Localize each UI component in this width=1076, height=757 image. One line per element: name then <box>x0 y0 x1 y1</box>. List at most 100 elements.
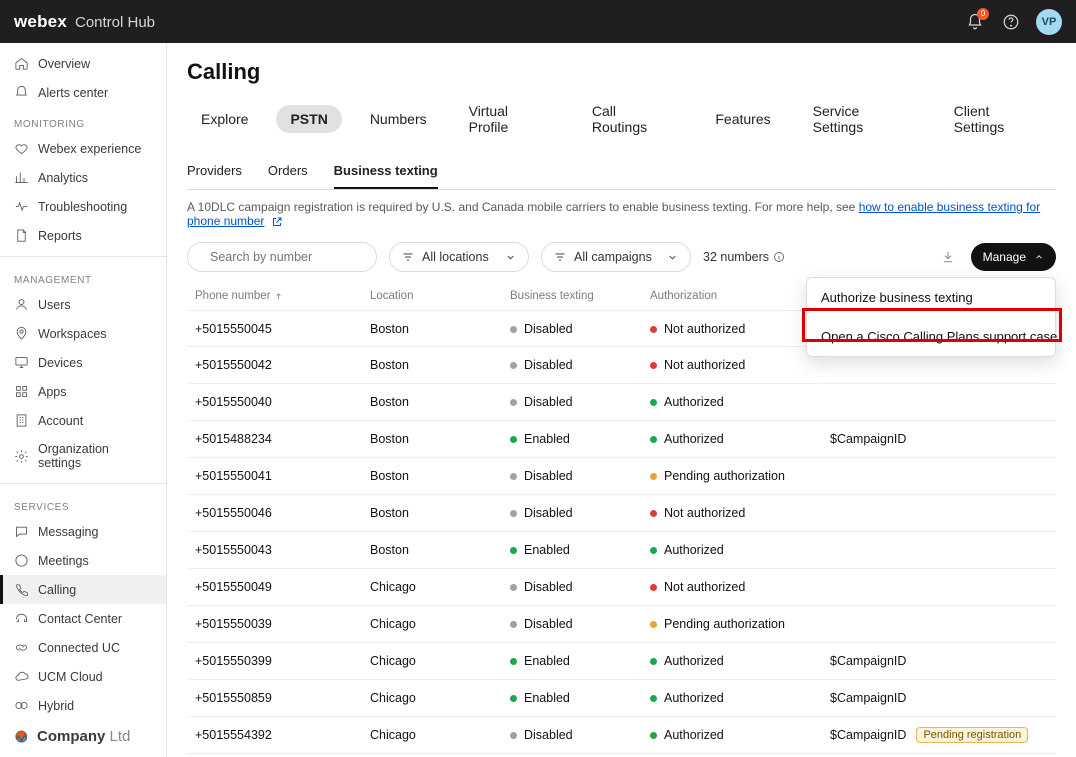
col-texting[interactable]: Business texting <box>510 290 650 302</box>
sidebar-item-meetings[interactable]: Meetings <box>0 546 166 575</box>
sidebar: Overview Alerts center Monitoring Webex … <box>0 43 167 757</box>
table-row[interactable]: +5015550043BostonEnabledAuthorized <box>187 532 1056 569</box>
sidebar-item-troubleshooting[interactable]: Troubleshooting <box>0 192 166 221</box>
status-dot-icon <box>650 695 657 702</box>
status-dot-icon <box>650 547 657 554</box>
col-phone[interactable]: Phone number <box>195 290 370 302</box>
table-row[interactable]: +5015550040BostonDisabledAuthorized <box>187 384 1056 421</box>
tab-client-settings[interactable]: Client Settings <box>940 97 1056 141</box>
cell-location: Chicago <box>370 654 510 668</box>
table-row[interactable]: +5015550039ChicagoDisabledPending author… <box>187 606 1056 643</box>
status-dot-icon <box>510 621 517 628</box>
home-icon <box>14 56 29 71</box>
cell-auth: Not authorized <box>650 358 830 372</box>
sub-tabs: Providers Orders Business texting <box>187 163 1056 190</box>
sidebar-item-calling[interactable]: Calling <box>0 575 166 604</box>
sidebar-item-label: Analytics <box>38 171 88 185</box>
cell-phone: +5015550040 <box>195 395 370 409</box>
cell-phone: +5015550039 <box>195 617 370 631</box>
cell-auth: Authorized <box>650 432 830 446</box>
subtab-providers[interactable]: Providers <box>187 163 242 189</box>
filter-locations[interactable]: All locations <box>389 242 529 272</box>
sidebar-section-management: Management <box>0 263 166 290</box>
sidebar-item-label: UCM Cloud <box>38 670 103 684</box>
notifications-icon[interactable]: 0 <box>964 11 986 33</box>
status-dot-icon <box>510 584 517 591</box>
dropdown-authorize[interactable]: Authorize business texting <box>807 278 1055 317</box>
table-row[interactable]: +5015550041BostonDisabledPending authori… <box>187 458 1056 495</box>
table-row[interactable]: +5015488234BostonEnabledAuthorized$Campa… <box>187 421 1056 458</box>
help-icon[interactable] <box>1000 11 1022 33</box>
table-row[interactable]: +5015550049ChicagoDisabledNot authorized <box>187 569 1056 606</box>
table-row[interactable]: +5015550859ChicagoEnabledAuthorized$Camp… <box>187 680 1056 717</box>
dropdown-open-case[interactable]: Open a Cisco Calling Plans support case <box>807 317 1055 356</box>
hybrid-icon <box>14 698 29 713</box>
sidebar-item-organization-settings[interactable]: Organization settings <box>0 435 166 477</box>
bell-icon <box>14 85 29 100</box>
sidebar-item-account[interactable]: Account <box>0 406 166 435</box>
tab-call-routings[interactable]: Call Routings <box>578 97 688 141</box>
file-icon <box>14 228 29 243</box>
cell-phone: +5015550859 <box>195 691 370 705</box>
cell-location: Chicago <box>370 580 510 594</box>
sidebar-item-label: Connected UC <box>38 641 120 655</box>
cell-auth: Pending authorization <box>650 469 830 483</box>
cell-texting: Disabled <box>510 506 650 520</box>
table-row[interactable]: +5015550399ChicagoEnabledAuthorized$Camp… <box>187 643 1056 680</box>
search-input[interactable] <box>208 249 373 265</box>
cell-texting: Disabled <box>510 395 650 409</box>
sidebar-item-workspaces[interactable]: Workspaces <box>0 319 166 348</box>
sidebar-item-ucm-cloud[interactable]: UCM Cloud <box>0 662 166 691</box>
sidebar-item-devices[interactable]: Devices <box>0 348 166 377</box>
cell-texting: Disabled <box>510 469 650 483</box>
tab-features[interactable]: Features <box>701 105 784 133</box>
external-link-icon <box>271 216 283 228</box>
headset-icon <box>14 611 29 626</box>
subtab-business-texting[interactable]: Business texting <box>334 163 438 189</box>
tab-numbers[interactable]: Numbers <box>356 105 441 133</box>
filter-icon <box>402 251 414 263</box>
status-dot-icon <box>650 326 657 333</box>
top-tabs: Explore PSTN Numbers Virtual Profile Cal… <box>187 97 1056 141</box>
sidebar-item-label: Webex experience <box>38 142 141 156</box>
sidebar-item-label: Devices <box>38 356 82 370</box>
sidebar-item-webex-experience[interactable]: Webex experience <box>0 134 166 163</box>
filter-campaigns-label: All campaigns <box>574 250 652 264</box>
sidebar-item-alerts[interactable]: Alerts center <box>0 78 166 107</box>
status-dot-icon <box>510 547 517 554</box>
sidebar-item-messaging[interactable]: Messaging <box>0 517 166 546</box>
cell-phone: +5015488234 <box>195 432 370 446</box>
sidebar-item-connected-uc[interactable]: Connected UC <box>0 633 166 662</box>
manage-button[interactable]: Manage <box>971 243 1056 271</box>
sidebar-item-reports[interactable]: Reports <box>0 221 166 250</box>
sidebar-item-apps[interactable]: Apps <box>0 377 166 406</box>
cell-location: Boston <box>370 506 510 520</box>
info-icon[interactable] <box>773 251 785 263</box>
sidebar-item-contact-center[interactable]: Contact Center <box>0 604 166 633</box>
col-auth[interactable]: Authorization <box>650 290 830 302</box>
table-body[interactable]: +5015550045BostonDisabledNot authorized+… <box>187 310 1056 757</box>
filter-campaigns[interactable]: All campaigns <box>541 242 691 272</box>
cell-texting: Disabled <box>510 617 650 631</box>
table-row[interactable]: +5015550046BostonDisabledNot authorized <box>187 495 1056 532</box>
tab-virtual-profile[interactable]: Virtual Profile <box>455 97 564 141</box>
table-row[interactable]: +5015554392ChicagoDisabledAuthorized$Cam… <box>187 717 1056 754</box>
download-icon[interactable] <box>941 250 955 264</box>
tab-explore[interactable]: Explore <box>187 105 262 133</box>
cell-phone: +5015550041 <box>195 469 370 483</box>
sidebar-item-users[interactable]: Users <box>0 290 166 319</box>
company-footer: Company Ltd <box>0 716 166 757</box>
status-dot-icon <box>510 658 517 665</box>
company-suffix: Ltd <box>110 728 131 745</box>
cell-phone: +5015550399 <box>195 654 370 668</box>
tab-service-settings[interactable]: Service Settings <box>799 97 926 141</box>
sidebar-section-services: Services <box>0 490 166 517</box>
sidebar-item-analytics[interactable]: Analytics <box>0 163 166 192</box>
col-location[interactable]: Location <box>370 290 510 302</box>
tab-pstn[interactable]: PSTN <box>276 105 341 133</box>
search-input-wrap[interactable] <box>187 242 377 272</box>
count-value: 32 numbers <box>703 250 769 264</box>
subtab-orders[interactable]: Orders <box>268 163 308 189</box>
sidebar-item-overview[interactable]: Overview <box>0 49 166 78</box>
avatar[interactable]: VP <box>1036 9 1062 35</box>
